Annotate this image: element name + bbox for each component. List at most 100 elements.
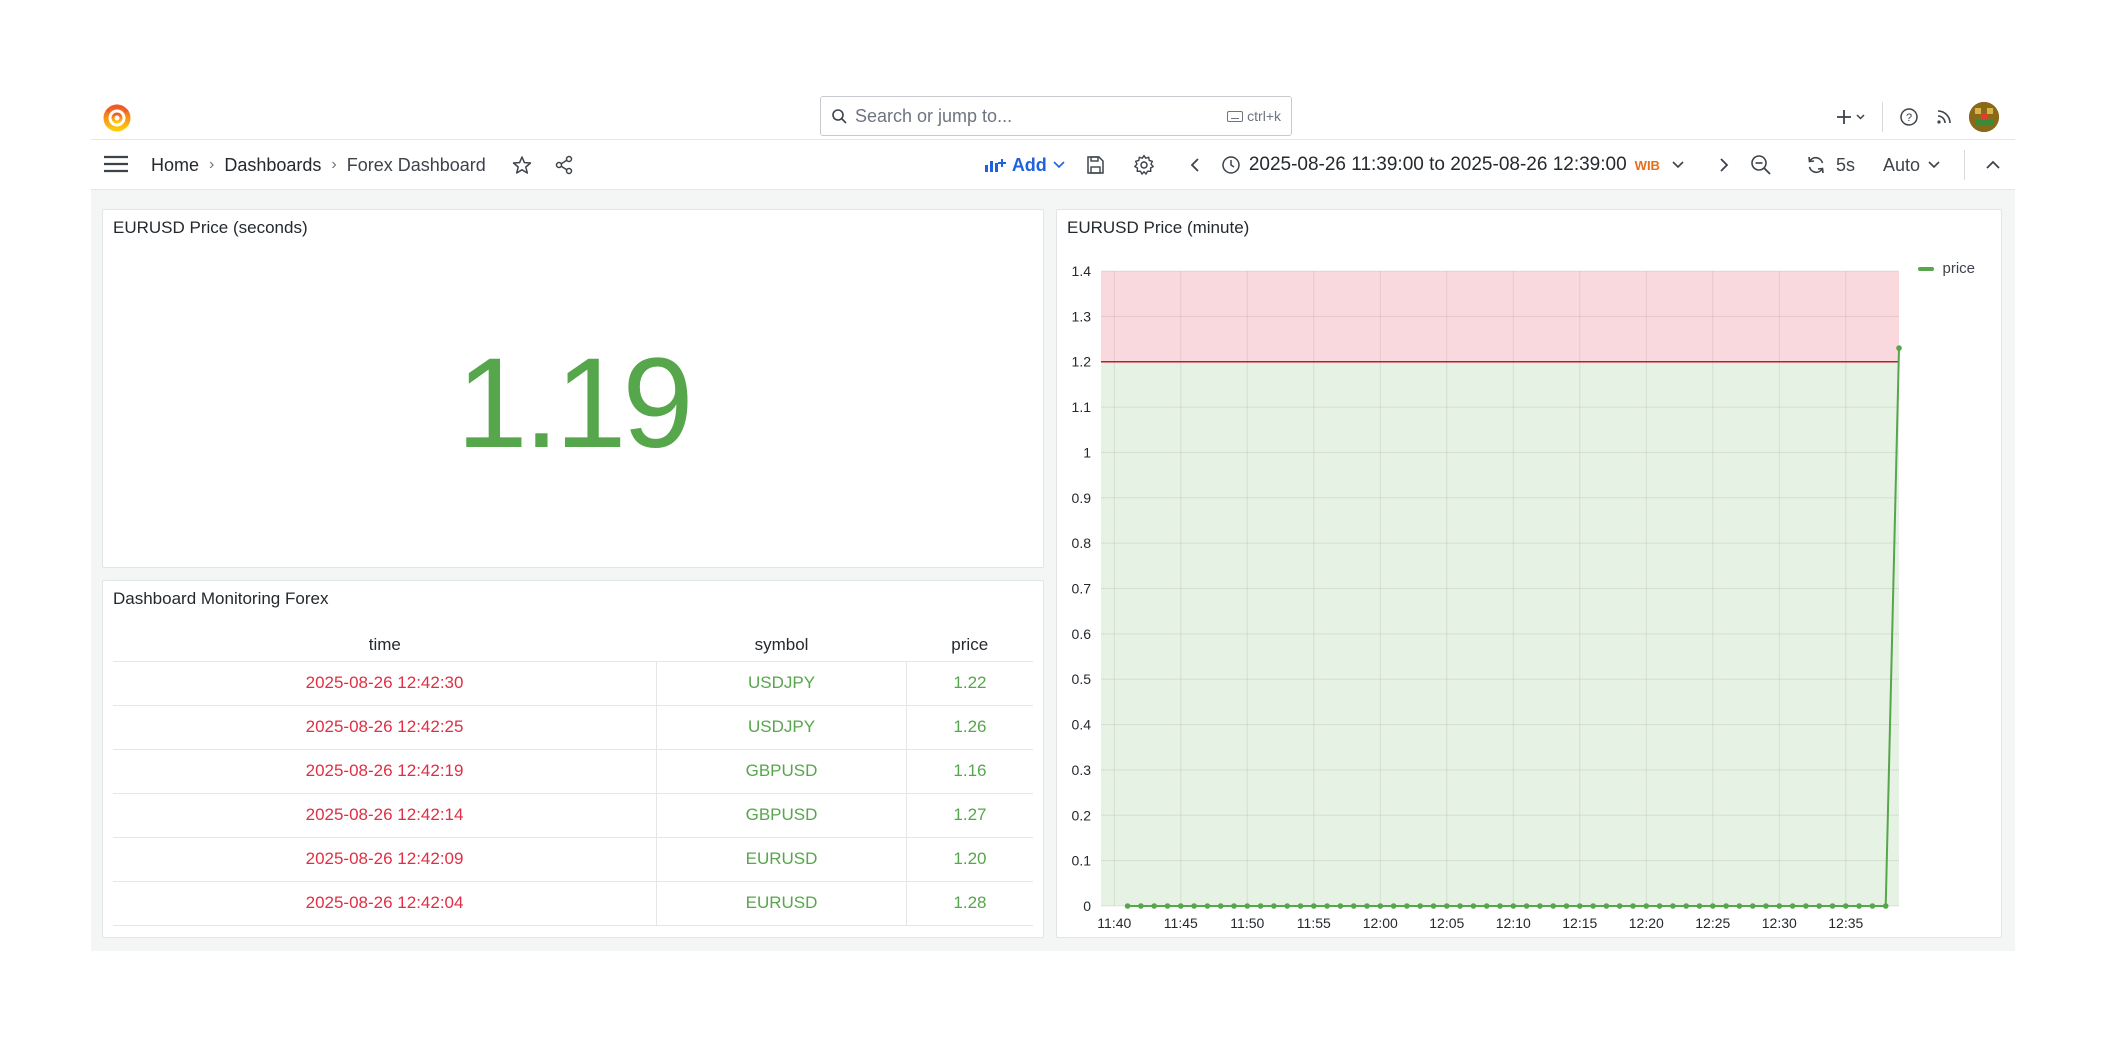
- share-icon[interactable]: [554, 155, 574, 175]
- data-point: [1164, 903, 1171, 909]
- data-point: [1244, 903, 1251, 909]
- help-icon: ?: [1900, 108, 1918, 126]
- stat-panel[interactable]: EURUSD Price (seconds) 1.19: [102, 209, 1044, 568]
- data-point: [1683, 903, 1689, 909]
- breadcrumb-home[interactable]: Home: [151, 155, 199, 176]
- data-point: [1643, 903, 1650, 909]
- y-tick-label: 0.1: [1072, 853, 1092, 869]
- cell-time: 2025-08-26 12:42:25: [113, 705, 657, 750]
- avatar-icon: [1969, 102, 1999, 132]
- hamburger-menu-icon[interactable]: [103, 153, 129, 175]
- data-point: [1191, 903, 1197, 909]
- stat-value: 1.19: [456, 332, 693, 475]
- auto-refresh-dropdown[interactable]: Auto: [1883, 155, 1940, 176]
- plus-icon: [1837, 110, 1865, 124]
- search-icon: [832, 109, 847, 124]
- y-tick-label: 0.5: [1072, 671, 1092, 687]
- data-point: [1444, 903, 1450, 909]
- price-chart[interactable]: 0 0.1 0.2 0.3 0.4 0.5 0.6 0.7 0.8 0.9 1 1.1 1.2 1.3 1.…: [1057, 210, 2003, 939]
- timeseries-panel[interactable]: EURUSD Price (minute) price 0 0.1 0.2 0.3 0.…: [1056, 209, 2002, 938]
- x-tick-label: 12:00: [1363, 915, 1398, 931]
- column-header-price[interactable]: price: [906, 629, 1033, 662]
- refresh-interval: 5s: [1835, 154, 1855, 175]
- search-shortcut: ctrl+k: [1227, 108, 1281, 124]
- data-point: [1616, 903, 1623, 909]
- new-menu-button[interactable]: [1836, 109, 1866, 125]
- clock-icon: [1222, 156, 1240, 174]
- data-point: [1789, 903, 1796, 909]
- add-button[interactable]: Add: [984, 155, 1065, 176]
- table-row: 2025-08-26 12:42:25 USDJPY 1.26: [113, 705, 1033, 750]
- y-tick-label: 1.3: [1072, 308, 1092, 324]
- data-point: [1550, 903, 1556, 909]
- column-header-time[interactable]: time: [113, 629, 657, 662]
- y-tick-label: 1.2: [1072, 354, 1092, 370]
- data-point: [1124, 903, 1131, 909]
- time-forward-chevron-icon[interactable]: [1718, 157, 1730, 173]
- timezone-badge: WIB: [1634, 157, 1660, 173]
- zoom-out-icon[interactable]: [1750, 154, 1772, 176]
- user-avatar[interactable]: [1969, 102, 1999, 132]
- cell-price: 1.16: [905, 749, 1033, 794]
- grafana-logo-icon[interactable]: [101, 101, 133, 133]
- data-point: [1776, 903, 1783, 909]
- cell-symbol: USDJPY: [656, 705, 907, 750]
- divider: [1882, 102, 1883, 132]
- table-row: 2025-08-26 12:42:09 EURUSD 1.20: [113, 837, 1033, 882]
- x-tick-label: 12:20: [1629, 915, 1664, 931]
- table-panel[interactable]: Dashboard Monitoring Forex time symbol p…: [102, 580, 1044, 938]
- data-point: [1430, 903, 1437, 909]
- add-label: Add: [1011, 154, 1047, 175]
- refresh-button[interactable]: 5s: [1806, 155, 1855, 176]
- data-point: [1816, 903, 1822, 909]
- data-point: [1457, 903, 1463, 909]
- cell-time: 2025-08-26 12:42:30: [113, 661, 657, 706]
- cell-symbol: EURUSD: [656, 881, 907, 926]
- data-point: [1217, 903, 1224, 909]
- search-placeholder: Search or jump to...: [855, 105, 1013, 126]
- column-header-symbol[interactable]: symbol: [656, 629, 907, 662]
- x-tick-label: 12:10: [1496, 915, 1531, 931]
- chevron-up-icon[interactable]: [1985, 159, 2001, 171]
- cell-price: 1.27: [905, 793, 1033, 838]
- data-point: [1696, 903, 1703, 909]
- data-point: [1803, 903, 1809, 909]
- breadcrumb-current: Forex Dashboard: [346, 154, 486, 175]
- data-point: [1138, 903, 1144, 909]
- search-input[interactable]: Search or jump to... ctrl+k: [820, 96, 1292, 136]
- time-back-chevron-icon[interactable]: [1189, 157, 1201, 173]
- x-tick-label: 12:15: [1562, 915, 1597, 931]
- x-tick-label: 11:40: [1097, 915, 1131, 931]
- data-point: [1483, 903, 1490, 909]
- data-point: [1404, 903, 1410, 909]
- news-button[interactable]: [1935, 108, 1953, 126]
- time-range-picker[interactable]: 2025-08-26 11:39:00 to 2025-08-26 12:39:…: [1221, 154, 1684, 176]
- data-point: [1749, 903, 1756, 909]
- chevron-down-icon: [1053, 161, 1065, 169]
- data-point: [1710, 903, 1716, 909]
- data-point: [1204, 903, 1211, 909]
- auto-label: Auto: [1882, 154, 1920, 175]
- cell-time: 2025-08-26 12:42:04: [113, 881, 657, 926]
- y-tick-label: 1.4: [1072, 263, 1092, 279]
- data-point: [1377, 903, 1384, 909]
- shortcut-text: ctrl+k: [1247, 108, 1281, 124]
- data-point: [1670, 903, 1676, 909]
- data-point: [1271, 903, 1277, 909]
- x-tick-label: 12:30: [1762, 915, 1797, 931]
- star-icon[interactable]: [512, 155, 532, 175]
- data-point: [1736, 903, 1743, 909]
- data-point: [1510, 903, 1517, 909]
- breadcrumb-dashboards[interactable]: Dashboards: [224, 155, 321, 176]
- chevron-down-icon: [1672, 161, 1684, 169]
- data-point: [1882, 903, 1889, 909]
- data-point: [1896, 345, 1902, 351]
- settings-gear-icon[interactable]: [1133, 154, 1155, 176]
- breadcrumb: Home › Dashboards › Forex Dashboard: [151, 140, 574, 190]
- data-point: [1537, 903, 1543, 909]
- data-point: [1284, 903, 1290, 909]
- save-icon[interactable]: [1085, 155, 1105, 175]
- data-point: [1178, 903, 1184, 909]
- help-button[interactable]: ?: [1899, 107, 1919, 127]
- x-tick-label: 12:25: [1695, 915, 1730, 931]
